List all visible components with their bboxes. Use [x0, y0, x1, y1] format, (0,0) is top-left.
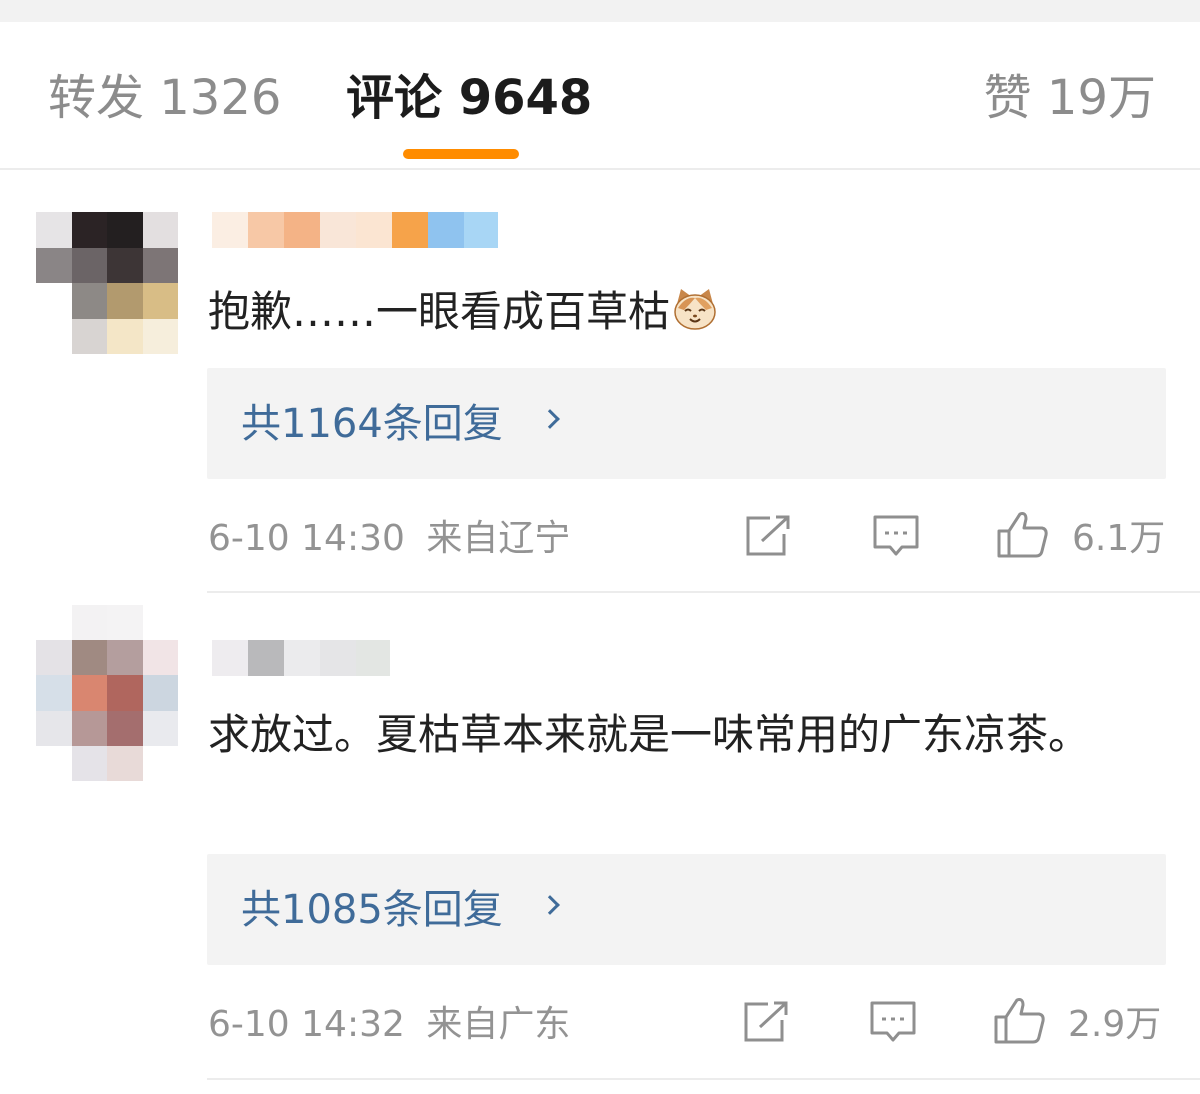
- chevron-right-icon: [540, 409, 560, 429]
- comment-text: 求放过。夏枯草本来就是一味常用的广东凉茶。: [208, 710, 1091, 759]
- reply-summary[interactable]: 共1085条回复: [207, 854, 1166, 965]
- share-icon[interactable]: [744, 514, 792, 558]
- comment-location: 来自辽宁: [426, 518, 571, 559]
- username-blurred[interactable]: [212, 212, 498, 248]
- status-strip: [0, 0, 1200, 22]
- tab-repost[interactable]: 转发 1326: [48, 70, 281, 126]
- tab-bar: 转发 1326 评论 9648 赞 19万: [0, 22, 1200, 170]
- comment-time: 6-10 14:30: [208, 518, 405, 559]
- tab-comment[interactable]: 评论 9648: [346, 70, 592, 126]
- active-tab-indicator: [403, 149, 519, 159]
- comment-time: 6-10 14:32: [208, 1004, 405, 1045]
- avatar[interactable]: [36, 212, 178, 354]
- reply-count-link[interactable]: 共1085条回复: [241, 884, 503, 936]
- thumbs-up-icon[interactable]: [996, 509, 1050, 559]
- avatar[interactable]: [36, 605, 178, 781]
- cat-face-icon: [674, 289, 716, 330]
- username-blurred[interactable]: [212, 640, 390, 676]
- like-count: 2.9万: [1068, 1004, 1162, 1045]
- comment-icon[interactable]: [869, 1000, 917, 1046]
- like-count: 6.1万: [1072, 518, 1166, 559]
- reply-summary[interactable]: 共1164条回复: [207, 368, 1166, 479]
- thumbs-up-icon[interactable]: [993, 995, 1047, 1045]
- reply-count-link[interactable]: 共1164条回复: [241, 398, 503, 450]
- comment-divider: [207, 1078, 1200, 1080]
- comment-meta: 6-10 14:32 来自广东: [208, 1003, 570, 1047]
- comment-location: 来自广东: [426, 1004, 571, 1045]
- comment-divider: [207, 591, 1200, 593]
- comment-meta: 6-10 14:30 来自辽宁: [208, 517, 570, 561]
- tab-like[interactable]: 赞 19万: [984, 70, 1156, 126]
- share-icon[interactable]: [742, 1000, 790, 1044]
- comment-text-content: 抱歉……一眼看成百草枯: [208, 287, 671, 336]
- chevron-right-icon: [540, 895, 560, 915]
- comment-icon[interactable]: [872, 514, 920, 560]
- comment-text: 抱歉……一眼看成百草枯: [208, 280, 1168, 343]
